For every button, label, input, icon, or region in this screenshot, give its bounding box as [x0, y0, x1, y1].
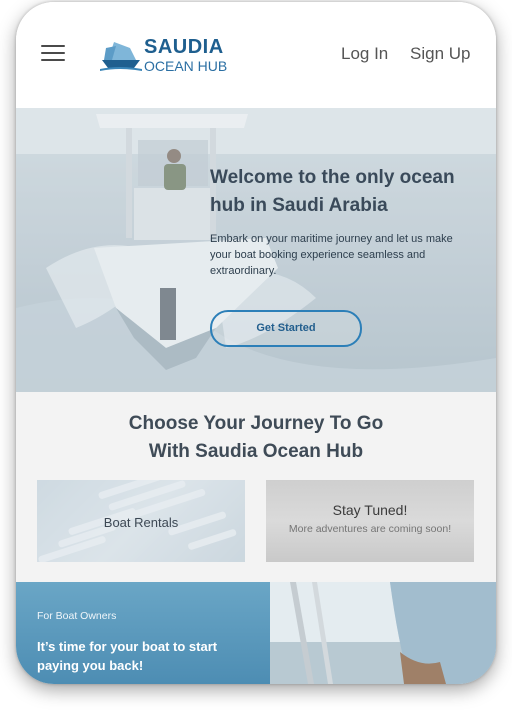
choose-title-line1: Choose Your Journey To Go — [128, 413, 384, 434]
boat-rentals-label: Boat Rentals — [103, 515, 179, 530]
boat-owner-photo — [270, 582, 496, 684]
stay-tuned-subtitle: More adventures are coming soon! — [288, 523, 452, 535]
choose-journey-section: Choose Your Journey To Go With Saudia Oc… — [16, 392, 496, 582]
phone-frame: SAUDIA OCEAN HUB Log In Sign Up Welcome … — [16, 2, 496, 684]
hamburger-menu-icon[interactable] — [41, 45, 65, 63]
owners-panel: For Boat Owners It’s time for your boat … — [16, 582, 270, 684]
owners-kicker: For Boat Owners — [37, 610, 117, 622]
signup-link[interactable]: Sign Up — [410, 44, 470, 64]
login-link[interactable]: Log In — [341, 44, 388, 64]
owners-title: It’s time for your boat to start paying … — [37, 639, 218, 673]
choose-journey-title: Choose Your Journey To Go With Saudia Oc… — [16, 410, 496, 466]
choose-title-line2: With Saudia Ocean Hub — [148, 441, 364, 462]
hero-subtitle: Embark on your maritime journey and let … — [210, 233, 453, 277]
owners-image — [270, 582, 496, 684]
brand-name-top: SAUDIA — [144, 36, 224, 58]
saudia-boat-logo — [100, 42, 142, 71]
hero-title: Welcome to the only ocean hub in Saudi A… — [210, 167, 455, 216]
hero-section: Welcome to the only ocean hub in Saudi A… — [16, 108, 496, 392]
stay-tuned-title: Stay Tuned! — [332, 502, 408, 518]
brand-name-bottom: OCEAN HUB — [144, 58, 228, 74]
brand-logo[interactable]: SAUDIA OCEAN HUB — [100, 36, 230, 76]
site-header: SAUDIA OCEAN HUB Log In Sign Up — [16, 2, 496, 108]
boat-owners-section: For Boat Owners It’s time for your boat … — [16, 582, 496, 684]
get-started-button[interactable]: Get Started — [210, 310, 362, 347]
boat-rentals-card[interactable]: Boat Rentals — [37, 480, 245, 562]
stay-tuned-card: Stay Tuned! More adventures are coming s… — [266, 480, 474, 562]
